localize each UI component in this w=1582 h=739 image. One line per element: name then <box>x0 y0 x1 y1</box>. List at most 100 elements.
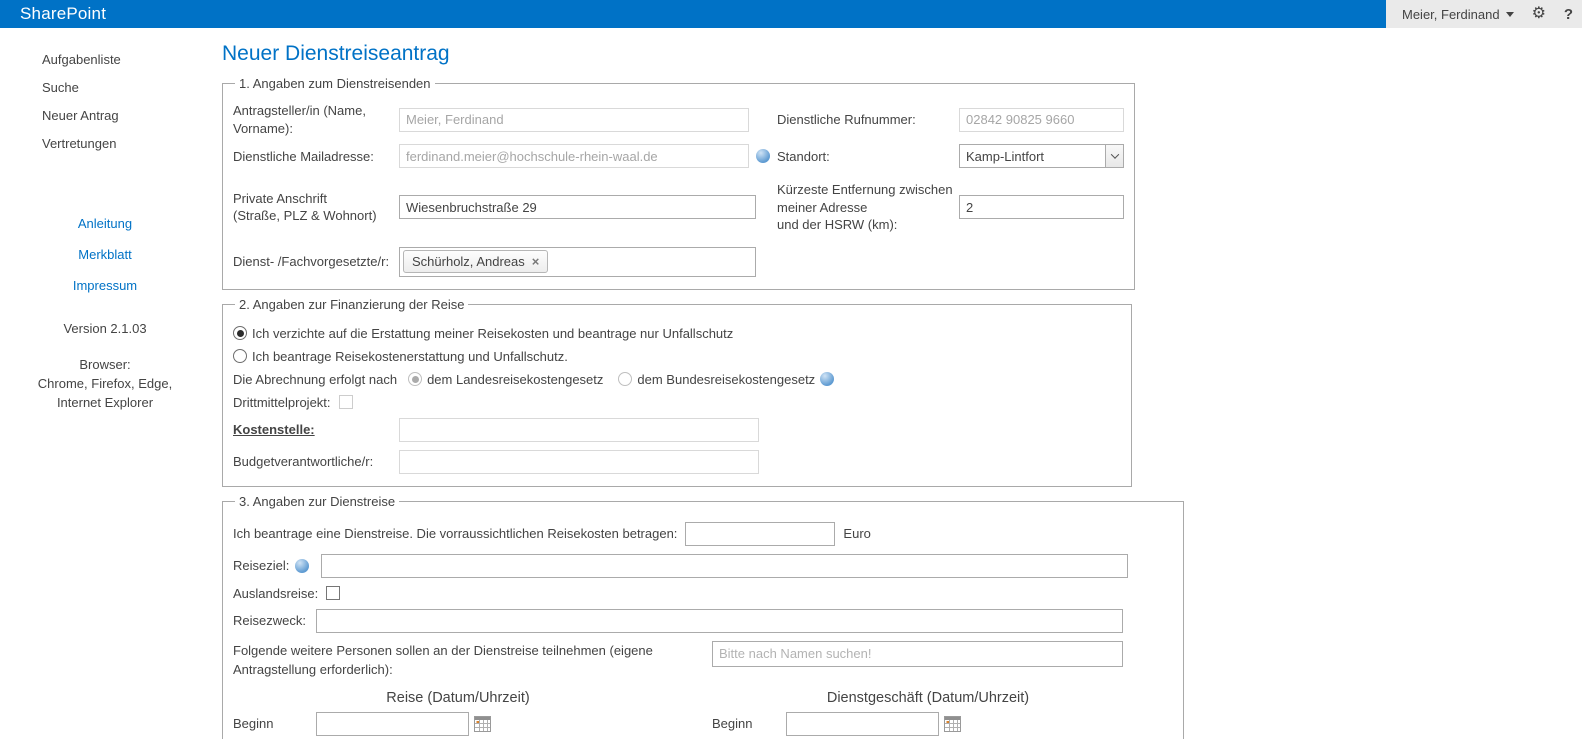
address-label-line2: (Straße, PLZ & Wohnort) <box>233 207 399 225</box>
date-headers: Reise (Datum/Uhrzeit) Dienstgeschäft (Da… <box>233 690 1173 706</box>
costs-unit-label: Euro <box>843 526 870 541</box>
travel-begin-label: Beginn <box>233 716 316 731</box>
address-input[interactable] <box>399 195 756 219</box>
topbar-right: Meier, Ferdinand ⚙ ? <box>1386 0 1582 28</box>
page-title: Neuer Dienstreiseantrag <box>222 42 1184 66</box>
sidebar-item-vertretungen[interactable]: Vertretungen <box>42 130 210 158</box>
budget-input <box>399 450 759 474</box>
section-dienstreise: 3. Angaben zur Dienstreise Ich beantrage… <box>222 494 1184 739</box>
info-icon[interactable] <box>756 149 770 163</box>
row-budget: Budgetverantwortliche/r: <box>233 450 1121 474</box>
section-dienstreisender: 1. Angaben zum Dienstreisenden Antragste… <box>222 76 1135 290</box>
row-costcenter: Kostenstelle: <box>233 418 1121 442</box>
billing-federal-label: dem Bundesreisekostengesetz <box>637 372 815 387</box>
row-destination: Reiseziel: <box>233 554 1173 578</box>
section-finanzierung: 2. Angaben zur Finanzierung der Reise Ic… <box>222 297 1132 487</box>
address-label-line1: Private Anschrift <box>233 190 399 208</box>
link-impressum[interactable]: Impressum <box>0 270 210 301</box>
destination-label: Reiseziel: <box>233 558 289 573</box>
calendar-icon[interactable] <box>474 716 491 732</box>
section1-legend: 1. Angaben zum Dienstreisenden <box>235 76 435 91</box>
radio-landesreisekostengesetz <box>408 372 422 386</box>
budget-label: Budgetverantwortliche/r: <box>233 454 399 469</box>
row-purpose: Reisezweck: <box>233 609 1173 633</box>
option-waive-label: Ich verzichte auf die Erstattung meiner … <box>252 326 733 341</box>
thirdparty-checkbox <box>339 395 353 409</box>
travel-header: Reise (Datum/Uhrzeit) <box>233 690 683 706</box>
sidebar-nav: Aufgabenliste Suche Neuer Antrag Vertret… <box>0 46 210 158</box>
row-applicant-phone: Antragsteller/in (Name, Vorname): Dienst… <box>233 102 1124 137</box>
abroad-checkbox[interactable] <box>326 586 340 600</box>
destination-input[interactable] <box>321 554 1128 578</box>
close-icon[interactable]: × <box>532 255 540 268</box>
costs-input[interactable] <box>685 522 835 546</box>
billing-state-label: dem Landesreisekostengesetz <box>427 372 603 387</box>
row-email-location: Dienstliche Mailadresse: Standort: Kamp-… <box>233 144 1124 168</box>
row-costs: Ich beantrage eine Dienstreise. Die vorr… <box>233 522 1173 546</box>
distance-label-line3: und der HSRW (km): <box>777 216 959 234</box>
person-chip: Schürholz, Andreas × <box>403 250 548 273</box>
applicant-label: Antragsteller/in (Name, Vorname): <box>233 102 399 137</box>
info-icon[interactable] <box>295 559 309 573</box>
persons-search-input[interactable] <box>712 641 1123 667</box>
topbar-spacer <box>106 0 1386 28</box>
row-billing: Die Abrechnung erfolgt nach dem Landesre… <box>233 372 1121 387</box>
sidebar-item-neuer-antrag[interactable]: Neuer Antrag <box>42 102 210 130</box>
row-abroad: Auslandsreise: <box>233 586 1173 601</box>
page-body: Aufgabenliste Suche Neuer Antrag Vertret… <box>0 28 1582 739</box>
link-merkblatt[interactable]: Merkblatt <box>0 239 210 270</box>
costcenter-input <box>399 418 759 442</box>
supervisor-people-picker[interactable]: Schürholz, Andreas × <box>399 247 756 277</box>
billing-label: Die Abrechnung erfolgt nach <box>233 372 397 387</box>
travel-begin-input[interactable] <box>316 712 469 736</box>
link-anleitung[interactable]: Anleitung <box>0 208 210 239</box>
persons-label: Folgende weitere Personen sollen an der … <box>233 641 712 680</box>
costs-label: Ich beantrage eine Dienstreise. Die vorr… <box>233 526 677 541</box>
business-header: Dienstgeschäft (Datum/Uhrzeit) <box>683 690 1173 706</box>
thirdparty-label: Drittmittelprojekt: <box>233 395 331 410</box>
sharepoint-logo[interactable]: SharePoint <box>0 0 106 28</box>
standort-value: Kamp-Lintfort <box>960 149 1105 164</box>
row-option-waive: Ich verzichte auf die Erstattung meiner … <box>233 326 1121 341</box>
sidebar: Aufgabenliste Suche Neuer Antrag Vertret… <box>0 28 210 739</box>
row-persons: Folgende weitere Personen sollen an der … <box>233 641 1173 680</box>
distance-label-line2: meiner Adresse <box>777 199 959 217</box>
sidebar-item-suche[interactable]: Suche <box>42 74 210 102</box>
distance-input[interactable] <box>959 195 1124 219</box>
phone-input <box>959 108 1124 132</box>
info-icon[interactable] <box>820 372 834 386</box>
abroad-label: Auslandsreise: <box>233 586 318 601</box>
persons-label-line1: Folgende weitere Personen sollen an der … <box>233 641 712 661</box>
applicant-label-line1: Antragsteller/in (Name, <box>233 102 399 120</box>
applicant-label-line2: Vorname): <box>233 120 399 138</box>
row-address-distance: Private Anschrift (Straße, PLZ & Wohnort… <box>233 181 1124 234</box>
sidebar-item-aufgabenliste[interactable]: Aufgabenliste <box>42 46 210 74</box>
standort-select[interactable]: Kamp-Lintfort <box>959 144 1124 168</box>
sidebar-links: Anleitung Merkblatt Impressum Version 2.… <box>0 208 210 413</box>
browser-label: Browser: <box>0 356 210 375</box>
costcenter-label: Kostenstelle: <box>233 422 399 437</box>
browser-line1: Chrome, Firefox, Edge, <box>0 375 210 394</box>
email-label: Dienstliche Mailadresse: <box>233 149 399 164</box>
radio-claim-costs[interactable] <box>233 349 247 363</box>
distance-label-line1: Kürzeste Entfernung zwischen <box>777 181 959 199</box>
browser-info: Browser: Chrome, Firefox, Edge, Internet… <box>0 356 210 413</box>
calendar-icon[interactable] <box>944 716 961 732</box>
row-option-claim: Ich beantrage Reisekostenerstattung und … <box>233 349 1121 364</box>
supervisor-label: Dienst- /Fachvorgesetzte/r: <box>233 254 399 269</box>
gear-icon[interactable]: ⚙ <box>1532 6 1546 22</box>
browser-line2: Internet Explorer <box>0 394 210 413</box>
radio-waive-costs[interactable] <box>233 326 247 340</box>
purpose-input[interactable] <box>316 609 1123 633</box>
applicant-input <box>399 108 749 132</box>
radio-bundesreisekostengesetz <box>618 372 632 386</box>
user-menu[interactable]: Meier, Ferdinand <box>1402 7 1514 22</box>
version-label: Version 2.1.03 <box>0 321 210 336</box>
email-input <box>399 144 749 168</box>
person-chip-name: Schürholz, Andreas <box>412 254 525 269</box>
help-icon[interactable]: ? <box>1564 6 1573 23</box>
business-begin-input[interactable] <box>786 712 939 736</box>
persons-label-line2: Antragstellung erforderlich): <box>233 660 712 680</box>
purpose-label: Reisezweck: <box>233 613 316 628</box>
main-content: Neuer Dienstreiseantrag 1. Angaben zum D… <box>210 28 1184 739</box>
